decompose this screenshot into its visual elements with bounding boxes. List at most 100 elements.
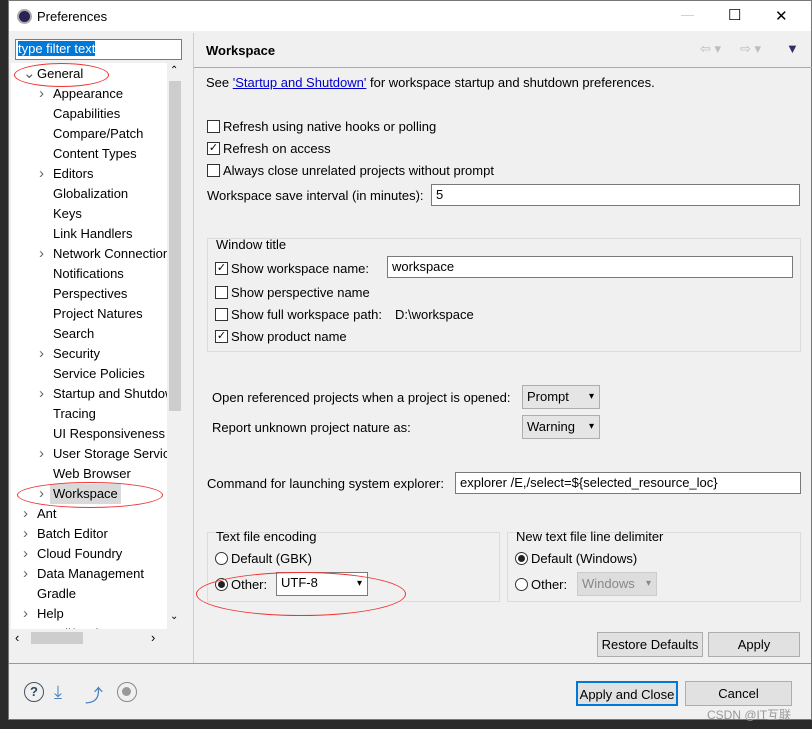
apply-and-close-button[interactable]: Apply and Close <box>576 681 678 706</box>
tree-item-label: Content Types <box>53 146 137 161</box>
chevron-right-icon[interactable]: › <box>39 84 44 104</box>
eclipse-icon <box>17 9 32 24</box>
save-interval-input[interactable]: 5 <box>431 184 800 206</box>
tree-item[interactable]: › Startup and Shutdown <box>35 384 183 404</box>
scroll-down-icon[interactable]: ⌄ <box>170 611 178 622</box>
explorer-command-input[interactable]: explorer /E,/select=${selected_resource_… <box>455 472 801 494</box>
show-path-label: Show full workspace path: <box>231 307 383 322</box>
scroll-up-icon[interactable]: ⌃ <box>170 65 178 76</box>
tree-item-label: Startup and Shutdown <box>53 386 182 401</box>
chevron-right-icon[interactable]: › <box>23 524 28 544</box>
filter-input[interactable]: type filter text <box>15 39 182 60</box>
scroll-right-icon[interactable]: › <box>151 630 155 645</box>
chevron-right-icon[interactable]: › <box>39 384 44 404</box>
tree-item[interactable]: Web Browser <box>35 464 183 484</box>
preference-tree: ›Install/Update›HelpGradle›Data Manageme… <box>11 63 183 647</box>
refresh-native-checkbox[interactable] <box>207 120 220 133</box>
forward-icon[interactable]: ⇨ ▾ <box>740 41 761 57</box>
chevron-right-icon[interactable]: › <box>39 244 44 264</box>
chevron-right-icon[interactable]: › <box>23 544 28 564</box>
open-referenced-label: Open referenced projects when a project … <box>212 390 511 405</box>
delimiter-default-radio[interactable] <box>515 552 528 565</box>
tree-item[interactable]: Link Handlers <box>35 224 183 244</box>
tree-vertical-scrollbar[interactable]: ⌃ ⌄ <box>167 63 183 629</box>
startup-shutdown-link[interactable]: 'Startup and Shutdown' <box>233 75 367 90</box>
workspace-path-value: D:\workspace <box>395 307 474 322</box>
tree-item-label: Gradle <box>37 586 77 601</box>
chevron-right-icon[interactable]: › <box>39 344 44 364</box>
annotation-circle-general <box>14 63 109 87</box>
tree-item[interactable]: Globalization <box>35 184 183 204</box>
watermark: CSDN @IT互联 <box>707 708 792 722</box>
open-referenced-select[interactable]: Prompt ▾ <box>522 385 600 409</box>
scroll-left-icon[interactable]: ‹ <box>15 630 19 645</box>
record-icon[interactable] <box>117 682 137 702</box>
view-menu-icon[interactable]: ▼ <box>786 41 799 56</box>
tree-item[interactable]: › Batch Editor <box>19 524 167 544</box>
cancel-button[interactable]: Cancel <box>685 681 792 706</box>
chevron-right-icon[interactable]: › <box>23 504 28 524</box>
maximize-button[interactable]: ☐ <box>728 6 741 24</box>
tree-item[interactable]: Search <box>35 324 183 344</box>
chevron-right-icon[interactable]: › <box>23 564 28 584</box>
tree-item-label: Service Policies <box>53 366 145 381</box>
refresh-access-checkbox[interactable]: ✓ <box>207 142 220 155</box>
delimiter-other-radio[interactable] <box>515 578 528 591</box>
scroll-thumb[interactable] <box>169 81 181 411</box>
tree-item[interactable]: › Cloud Foundry <box>19 544 167 564</box>
show-product-checkbox[interactable]: ✓ <box>215 330 228 343</box>
tree-item[interactable]: Keys <box>35 204 183 224</box>
encoding-legend: Text file encoding <box>216 529 317 544</box>
refresh-native-label: Refresh using native hooks or polling <box>223 119 437 134</box>
workspace-name-input[interactable]: workspace <box>387 256 793 278</box>
tree-item-label: Network Connections <box>53 246 177 261</box>
chevron-right-icon[interactable]: › <box>39 164 44 184</box>
tree-item[interactable]: Tracing <box>35 404 183 424</box>
tree-item[interactable]: Gradle <box>19 584 167 604</box>
import-icon[interactable]: ⤓ <box>54 682 62 703</box>
always-close-checkbox[interactable] <box>207 164 220 177</box>
tree-item[interactable]: Perspectives <box>35 284 183 304</box>
tree-item[interactable]: Compare/Patch <box>35 124 183 144</box>
tree-item[interactable]: Content Types <box>35 144 183 164</box>
tree-item[interactable]: › Network Connections <box>35 244 183 264</box>
refresh-access-label: Refresh on access <box>223 141 331 156</box>
chevron-right-icon[interactable]: › <box>23 604 28 624</box>
delimiter-select[interactable]: Windows ▾ <box>577 572 657 596</box>
tree-item-label: Tracing <box>53 406 96 421</box>
tree-item-label: Globalization <box>53 186 129 201</box>
close-button[interactable]: ✕ <box>775 7 788 25</box>
tree-item[interactable]: › Security <box>35 344 183 364</box>
tree-horizontal-scrollbar[interactable]: ‹ › <box>11 629 183 647</box>
annotation-circle-encoding <box>196 572 406 616</box>
restore-defaults-button[interactable]: Restore Defaults <box>597 632 703 657</box>
chevron-right-icon[interactable]: › <box>39 444 44 464</box>
tree-item-label: Search <box>53 326 95 341</box>
tree-item[interactable]: Notifications <box>35 264 183 284</box>
show-perspective-checkbox[interactable] <box>215 286 228 299</box>
tree-item[interactable]: › Appearance <box>35 84 183 104</box>
chevron-down-icon: ▾ <box>645 578 651 589</box>
tree-item[interactable]: › User Storage Service <box>35 444 183 464</box>
unknown-nature-select[interactable]: Warning ▾ <box>522 415 600 439</box>
tree-item[interactable]: › Data Management <box>19 564 167 584</box>
h-scroll-thumb[interactable] <box>31 632 83 644</box>
help-icon[interactable]: ? <box>24 682 44 702</box>
tree-item[interactable]: Project Natures <box>35 304 183 324</box>
back-icon[interactable]: ⇦ ▾ <box>700 41 721 57</box>
tree-item[interactable]: Service Policies <box>35 364 183 384</box>
encoding-default-radio[interactable] <box>215 552 228 565</box>
tree-item[interactable]: UI Responsiveness <box>35 424 183 444</box>
tree-item-label: Batch Editor <box>37 526 108 541</box>
window-title: Preferences <box>37 9 108 24</box>
tree-item[interactable]: › Help <box>19 604 167 624</box>
tree-item[interactable]: Capabilities <box>35 104 183 124</box>
tree-item[interactable]: › Editors <box>35 164 183 184</box>
minimize-button[interactable]: — <box>681 7 694 22</box>
export-icon[interactable]: ⤴ <box>85 682 103 708</box>
tree-item-label: Project Natures <box>53 306 143 321</box>
encoding-default-label: Default (GBK) <box>231 551 312 566</box>
show-path-checkbox[interactable] <box>215 308 228 321</box>
show-workspace-name-checkbox[interactable]: ✓ <box>215 262 228 275</box>
apply-button[interactable]: Apply <box>708 632 800 657</box>
